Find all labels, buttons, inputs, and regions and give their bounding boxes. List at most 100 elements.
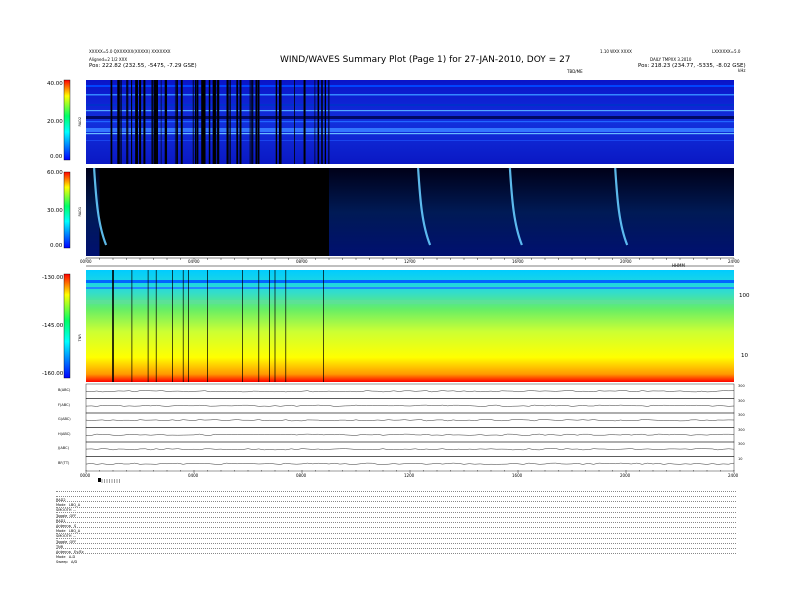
settings-row: Sweep A/D xyxy=(56,548,736,564)
line-panel-label: J(ABC) xyxy=(58,446,69,450)
rad2-gap-line xyxy=(215,80,217,164)
rad2-gap-line xyxy=(135,80,137,164)
tnr-right-tick-100: 100 xyxy=(739,293,750,299)
status-ticks xyxy=(101,479,120,483)
line-panel-trace xyxy=(85,448,735,451)
line-panel-label: F(ABC) xyxy=(58,402,70,407)
rad2-gap-line xyxy=(208,80,211,164)
time-tick-label: 04:00 xyxy=(188,259,200,264)
tnr-tick-mid: -145.00 xyxy=(42,323,64,329)
rad2-gap-line xyxy=(255,80,257,164)
rad2-gap-line xyxy=(201,80,203,164)
rad2-gap-line xyxy=(314,80,316,164)
rad1-tick-top: 60.00 xyxy=(47,170,63,176)
rad2-gap-line xyxy=(278,80,281,164)
rad2-gap-line xyxy=(195,80,197,164)
time-tick-label-bottom: 2000 xyxy=(620,473,631,478)
rad2-gap-line xyxy=(280,80,282,164)
rad1-tick-mid: 30.00 xyxy=(47,208,63,214)
rad1-label: RAD1 xyxy=(78,206,83,217)
rad2-gap-line xyxy=(180,80,183,164)
line-panel-trace xyxy=(85,419,735,422)
time-tick-label: 16:00 xyxy=(512,259,524,264)
time-tick-label-bottom: 0000 xyxy=(80,473,91,478)
line-panel-frame xyxy=(85,427,735,443)
tnr-colorbar xyxy=(63,273,71,379)
rad2-gap-line xyxy=(192,80,194,164)
time-tick-label-bottom: 1600 xyxy=(512,473,523,478)
rad2-gap-line xyxy=(239,80,242,164)
rad2-gap-line xyxy=(139,80,142,164)
rad2-gap-line xyxy=(153,80,155,164)
line-panel-right-tick: 300 xyxy=(738,384,745,388)
rad2-gap-line xyxy=(275,80,278,164)
rad2-gap-line xyxy=(252,80,254,164)
tnr-tick-bottom: -160.00 xyxy=(42,371,64,377)
time-tick-label: 12:00 xyxy=(404,259,416,264)
rad2-gap-line xyxy=(143,80,146,164)
rad2-gap-line xyxy=(304,80,306,164)
line-panel-label: H(ABC) xyxy=(58,431,71,436)
tnr-right-tick-10: 10 xyxy=(741,353,748,359)
rad2-gap-line xyxy=(117,80,119,164)
time-tick-label-bottom: 2400 xyxy=(728,473,739,478)
rad2-gap-line xyxy=(229,80,231,164)
line-panel-right-tick: 300 xyxy=(738,398,745,403)
rad2-gap-line xyxy=(110,80,112,164)
line-panel-label: B(ABC) xyxy=(58,388,71,392)
rad2-gap-line xyxy=(214,80,216,164)
time-tick-label: 08:00 xyxy=(296,259,308,264)
time-tick-label-bottom: 1200 xyxy=(404,473,415,478)
rad2-gap-line xyxy=(160,80,162,164)
rad2-gap-line xyxy=(249,80,251,164)
rad2-tick-top: 40.00 xyxy=(47,81,63,87)
rad2-gap-line xyxy=(164,80,167,164)
hhmm-label: HHMM xyxy=(672,263,685,268)
rad2-gap-line xyxy=(317,80,320,164)
rad2-gap-line xyxy=(202,80,204,164)
rad2-tick-mid: 20.00 xyxy=(47,119,63,125)
settings-text: Mode A-D xyxy=(56,555,76,560)
rad2-gap-line xyxy=(174,80,176,164)
line-panel-trace xyxy=(85,404,735,407)
line-panel-right-tick: 300 xyxy=(738,413,745,417)
rad2-gap-line xyxy=(204,80,206,164)
rad2-gap-line xyxy=(176,80,178,164)
rad2-gap-line xyxy=(217,80,220,164)
rad2-gap-line xyxy=(151,80,153,164)
line-panel-right-tick: 10 xyxy=(738,456,743,461)
time-tick-label: 00:00 xyxy=(80,259,92,264)
rad2-gap-line xyxy=(156,80,158,164)
rad2-gap-line xyxy=(126,80,128,164)
time-tick-label-bottom: 0400 xyxy=(188,473,199,478)
line-panel-label: G(ABC) xyxy=(58,417,71,421)
rad1-data-gap xyxy=(99,168,329,256)
rad2-gap-line xyxy=(324,80,327,164)
rad1-tick-bottom: 0.00 xyxy=(50,243,63,249)
line-panel-right-tick: 300 xyxy=(738,427,745,432)
time-tick-label-bottom: 0800 xyxy=(296,473,307,478)
rad2-gap-line xyxy=(294,80,295,164)
rad2-gap-line xyxy=(154,80,157,164)
rad2-gap-line xyxy=(196,80,199,164)
line-panel-label: BF(TT) xyxy=(58,460,70,465)
rad2-label: RAD2 xyxy=(78,116,83,127)
rad2-gap-line xyxy=(328,80,330,164)
rad2-gap-line xyxy=(120,80,122,164)
tnr-label: TNR xyxy=(77,334,82,342)
line-panel-frame xyxy=(85,456,735,472)
line-panel-right-tick: 300 xyxy=(738,442,745,446)
rad2-gap-line xyxy=(321,80,323,164)
rad2-gap-line xyxy=(131,80,133,164)
tnr-tick-top: -130.00 xyxy=(42,275,64,281)
settings-text: Sweep A/D xyxy=(56,560,78,565)
line-panel-trace xyxy=(85,462,735,465)
rad2-gap-line xyxy=(257,80,260,164)
rad2-gap-line xyxy=(251,80,252,164)
time-tick-label: 20:00 xyxy=(620,259,632,264)
line-panel-trace xyxy=(85,433,735,436)
rad2-colorbar xyxy=(63,79,71,161)
rad2-gap-line xyxy=(236,80,239,164)
status-marker xyxy=(98,478,101,482)
rad1-colorbar xyxy=(63,171,71,249)
